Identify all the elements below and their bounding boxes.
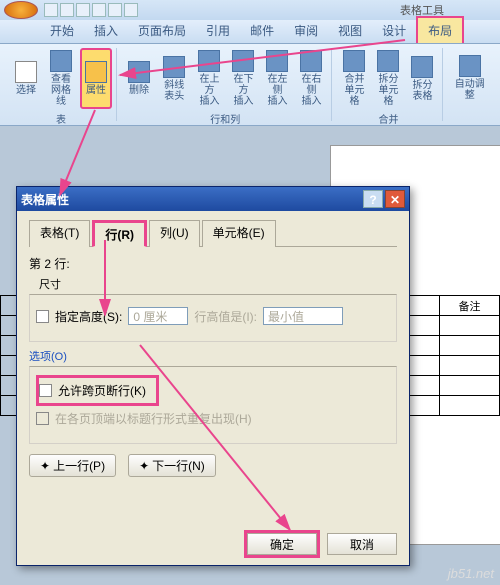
dialog-tabs: 表格(T) 行(R) 列(U) 单元格(E): [29, 219, 397, 247]
group-autofit: 自动调整: [445, 48, 494, 121]
ribbon: 选择 查看网格线 属性 表 删除 斜线表头 在上方插入 在下方插入 在左侧插入 …: [0, 44, 500, 126]
repeat-header-checkbox: [36, 412, 49, 425]
tab-cell-props[interactable]: 单元格(E): [202, 220, 276, 247]
split-table-icon: [411, 56, 433, 78]
insert-below-button[interactable]: 在下方插入: [227, 48, 259, 109]
previous-row-button[interactable]: ✦ 上一行(P): [29, 454, 116, 477]
tab-table-props[interactable]: 表格(T): [29, 220, 90, 247]
qat-item-icon[interactable]: [124, 3, 138, 17]
tab-review[interactable]: 审阅: [284, 18, 328, 43]
qat-item-icon[interactable]: [108, 3, 122, 17]
group-label: 合并: [378, 109, 398, 126]
qat-undo-icon[interactable]: [60, 3, 74, 17]
dialog-title: 表格属性: [21, 191, 69, 208]
repeat-header-label: 在各页顶端以标题行形式重复出现(H): [55, 410, 252, 427]
watermark: jb51.net: [448, 566, 494, 581]
quick-access-toolbar: [44, 3, 138, 17]
autofit-icon: [459, 55, 481, 77]
specify-height-checkbox[interactable]: [36, 310, 49, 323]
contextual-tab-label: 表格工具: [394, 0, 450, 20]
insert-left-button[interactable]: 在左侧插入: [261, 48, 293, 109]
title-bar: 表格工具: [0, 0, 500, 20]
table-properties-dialog: 表格属性 ? ✕ 表格(T) 行(R) 列(U) 单元格(E) 第 2 行: 尺…: [16, 186, 410, 566]
tab-mailings[interactable]: 邮件: [240, 18, 284, 43]
height-type-select[interactable]: 最小值: [263, 307, 343, 325]
autofit-button[interactable]: 自动调整: [449, 48, 490, 108]
options-label: 选项(O): [29, 348, 397, 364]
height-spinner[interactable]: 0 厘米: [128, 307, 188, 325]
tab-references[interactable]: 引用: [196, 18, 240, 43]
tab-page-layout[interactable]: 页面布局: [128, 18, 196, 43]
group-rows-cols: 删除 斜线表头 在上方插入 在下方插入 在左侧插入 在右侧插入 行和列: [119, 48, 332, 121]
insert-above-icon: [198, 50, 220, 72]
insert-below-icon: [232, 50, 254, 72]
group-table: 选择 查看网格线 属性 表: [6, 48, 117, 121]
group-merge: 合并单元格 拆分单元格 拆分表格 合并: [334, 48, 443, 121]
ok-button[interactable]: 确定: [247, 533, 317, 555]
office-button[interactable]: [4, 1, 38, 19]
allow-break-label: 允许跨页断行(K): [58, 382, 146, 399]
ribbon-tabs: 开始 插入 页面布局 引用 邮件 审阅 视图 设计 布局: [0, 20, 500, 44]
qat-redo-icon[interactable]: [76, 3, 90, 17]
tab-home[interactable]: 开始: [40, 18, 84, 43]
insert-left-icon: [266, 50, 288, 72]
cursor-icon: [15, 61, 37, 83]
tab-insert[interactable]: 插入: [84, 18, 128, 43]
grid-icon: [50, 50, 72, 72]
delete-icon: [128, 61, 150, 83]
tab-view[interactable]: 视图: [328, 18, 372, 43]
diagonal-header-button[interactable]: 斜线表头: [157, 48, 191, 109]
split-icon: [377, 50, 399, 72]
tab-column-props[interactable]: 列(U): [149, 220, 200, 247]
help-button[interactable]: ?: [363, 190, 383, 208]
tab-design[interactable]: 设计: [372, 18, 416, 43]
specify-height-label: 指定高度(S):: [55, 308, 122, 325]
properties-button[interactable]: 属性: [80, 48, 112, 109]
dialog-titlebar[interactable]: 表格属性 ? ✕: [17, 187, 409, 211]
tab-row-props[interactable]: 行(R): [92, 220, 147, 247]
properties-icon: [85, 61, 107, 83]
allow-break-checkbox[interactable]: [39, 384, 52, 397]
height-is-label: 行高值是(I):: [194, 308, 257, 325]
cancel-button[interactable]: 取消: [327, 533, 397, 555]
qat-save-icon[interactable]: [44, 3, 58, 17]
merge-icon: [343, 50, 365, 72]
merge-cells-button[interactable]: 合并单元格: [338, 48, 370, 109]
insert-right-button[interactable]: 在右侧插入: [295, 48, 327, 109]
select-button[interactable]: 选择: [10, 48, 42, 109]
table-header: 备注: [440, 296, 500, 316]
group-label: 表: [56, 109, 66, 126]
insert-above-button[interactable]: 在上方插入: [193, 48, 225, 109]
size-label: 尺寸: [39, 276, 397, 292]
insert-right-icon: [300, 50, 322, 72]
group-label: 行和列: [210, 109, 240, 126]
tab-layout[interactable]: 布局: [416, 16, 464, 43]
diagonal-icon: [163, 56, 185, 78]
qat-print-icon[interactable]: [92, 3, 106, 17]
view-gridlines-button[interactable]: 查看网格线: [44, 48, 78, 109]
split-table-button[interactable]: 拆分表格: [406, 48, 438, 109]
split-cells-button[interactable]: 拆分单元格: [372, 48, 404, 109]
row-indicator: 第 2 行:: [29, 255, 397, 272]
delete-button[interactable]: 删除: [123, 48, 155, 109]
close-button[interactable]: ✕: [385, 190, 405, 208]
next-row-button[interactable]: ✦ 下一行(N): [128, 454, 216, 477]
